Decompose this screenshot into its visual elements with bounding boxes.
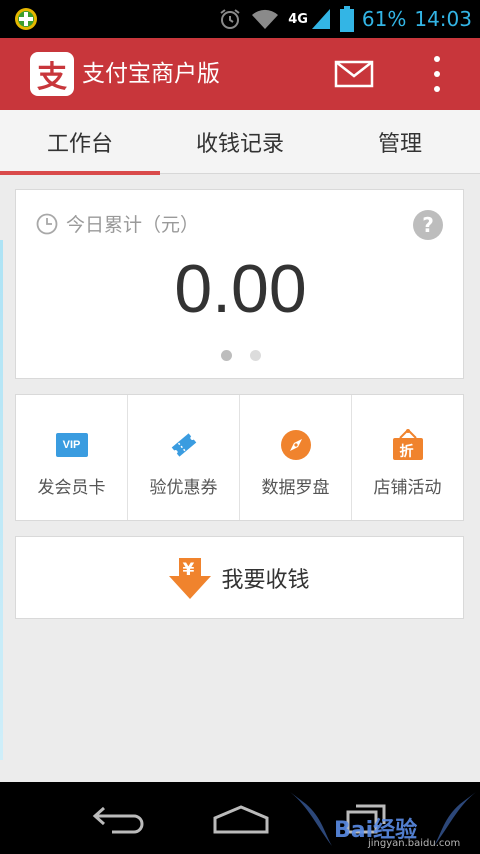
watermark-url: jingyan.baidu.com	[368, 838, 461, 849]
discount-text: 折	[399, 444, 414, 460]
more-menu-button[interactable]	[426, 54, 448, 94]
baidu-watermark: Bai经验 jingyan.baidu.com	[288, 788, 478, 850]
issue-member-card-button[interactable]: VIP 发会员卡	[16, 395, 128, 520]
feature-label: 发会员卡	[37, 478, 106, 498]
status-icons: 4G 61% 14:03	[218, 0, 472, 38]
verify-coupon-button[interactable]: 验优惠券	[128, 395, 240, 520]
mail-icon	[334, 60, 374, 88]
home-icon	[213, 805, 269, 834]
mail-button[interactable]	[334, 60, 374, 88]
home-button[interactable]	[212, 804, 270, 838]
discount-tag-icon: 折	[391, 429, 425, 461]
tab-bar: 工作台 收钱记录 管理	[0, 110, 480, 175]
alarm-icon	[220, 9, 240, 29]
tab-collection-records[interactable]: 收钱记录	[160, 110, 320, 174]
page-dot-active	[220, 350, 232, 361]
battery-percent: 61%	[361, 7, 407, 31]
tab-workbench[interactable]: 工作台	[0, 110, 160, 175]
clock-icon	[36, 213, 58, 234]
system-nav-bar: Bai经验 jingyan.baidu.com	[0, 782, 480, 854]
more-dot-icon	[434, 56, 440, 62]
left-edge-accent	[0, 240, 3, 760]
collect-money-label: 我要收钱	[221, 567, 310, 593]
compass-icon	[279, 429, 313, 461]
today-amount: 0.00	[174, 251, 307, 327]
back-button[interactable]	[92, 804, 148, 838]
app-bar: 支 支付宝商户版	[0, 38, 480, 110]
page-indicator	[16, 350, 465, 361]
feature-grid: VIP 发会员卡 验优惠券 数据罗盘 折 店铺活动	[15, 394, 464, 521]
today-summary-card[interactable]: 今日累计（元） ? 0.00	[15, 189, 464, 379]
app-title: 支付宝商户版	[82, 61, 220, 87]
today-label-text: 今日累计（元）	[66, 214, 200, 236]
logo-char: 支	[37, 60, 67, 95]
signal-icon	[311, 9, 330, 29]
today-label: 今日累计（元）	[36, 210, 199, 237]
vip-text: VIP	[62, 439, 81, 451]
more-dot-icon	[434, 71, 440, 77]
collect-money-icon: ¥	[169, 556, 212, 600]
back-icon	[92, 806, 144, 834]
app-notification-icon	[14, 7, 38, 31]
feature-label: 店铺活动	[373, 478, 442, 498]
status-bar: 4G 61% 14:03	[0, 0, 480, 38]
page-dot	[249, 350, 261, 361]
clock: 14:03	[414, 7, 472, 31]
battery-icon	[339, 6, 354, 32]
store-activity-button[interactable]: 折 店铺活动	[352, 395, 463, 520]
coupon-icon	[167, 429, 201, 461]
vip-card-icon: VIP	[55, 429, 89, 461]
feature-label: 数据罗盘	[261, 478, 330, 498]
wifi-icon	[252, 9, 279, 29]
more-dot-icon	[434, 86, 440, 92]
feature-label: 验优惠券	[149, 478, 218, 498]
yuan-symbol: ¥	[182, 559, 195, 580]
alipay-logo-icon: 支	[30, 52, 74, 96]
network-type: 4G	[288, 11, 308, 27]
tab-management[interactable]: 管理	[320, 110, 480, 174]
collect-money-button[interactable]: ¥ 我要收钱	[15, 536, 464, 619]
data-compass-button[interactable]: 数据罗盘	[240, 395, 352, 520]
help-icon[interactable]: ?	[413, 210, 443, 240]
